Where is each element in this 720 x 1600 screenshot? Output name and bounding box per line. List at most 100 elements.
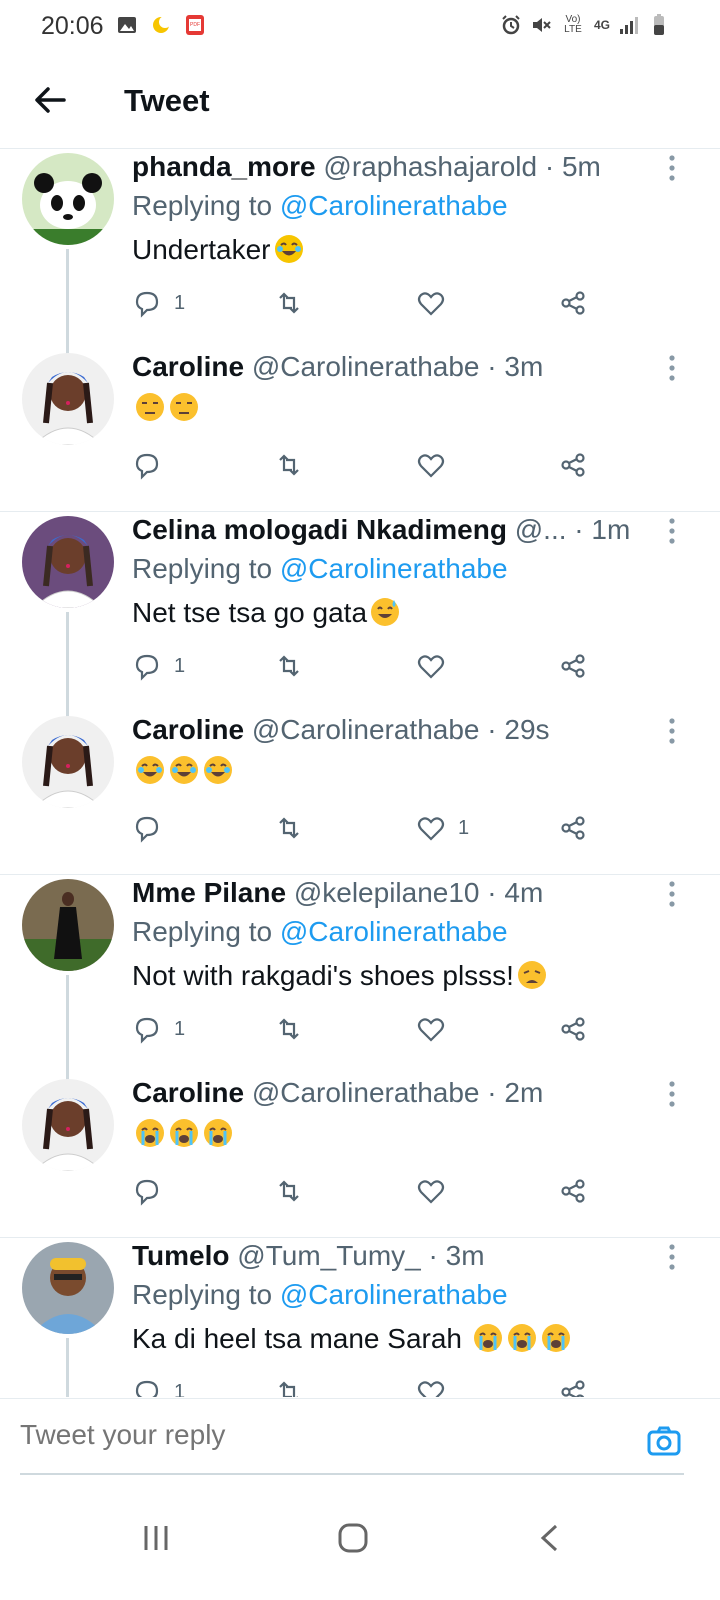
- user-handle[interactable]: @Carolinerathabe: [252, 1077, 480, 1108]
- tweet-timestamp[interactable]: 29s: [504, 714, 549, 745]
- reply-button[interactable]: 1: [132, 1372, 185, 1397]
- share-icon: [561, 816, 585, 840]
- user-handle[interactable]: @Tum_Tumy_: [237, 1240, 421, 1271]
- like-icon: [417, 817, 445, 841]
- reply-button[interactable]: 1: [132, 283, 185, 323]
- display-name[interactable]: Tumelo: [132, 1240, 229, 1271]
- more-options-icon[interactable]: [668, 718, 676, 744]
- recent-apps-icon[interactable]: [136, 1518, 176, 1558]
- more-options-icon[interactable]: [668, 355, 676, 381]
- reply-button[interactable]: 1: [132, 646, 185, 686]
- tweet-text: Undertaker: [132, 227, 660, 273]
- tweet-thread[interactable]: phanda_more @raphashajarold · 5m Replying…: [0, 149, 720, 1397]
- avatar[interactable]: [22, 1242, 114, 1334]
- tweet[interactable]: Celina mologadi Nkadimeng @... · 1m Reply…: [0, 512, 720, 720]
- like-button[interactable]: [416, 1372, 458, 1397]
- retweet-icon: [279, 1180, 299, 1202]
- home-icon[interactable]: [333, 1518, 373, 1558]
- display-name[interactable]: Celina mologadi Nkadimeng: [132, 514, 507, 545]
- share-button[interactable]: [558, 646, 588, 686]
- tweet-timestamp[interactable]: 3m: [446, 1240, 485, 1271]
- share-button[interactable]: [558, 1171, 588, 1211]
- sweat-smile-emoji-icon: [371, 598, 400, 626]
- avatar[interactable]: [22, 1079, 114, 1171]
- tweet[interactable]: Caroline @Carolinerathabe · 29s 1: [0, 712, 720, 875]
- moon-icon: [153, 16, 171, 33]
- share-button[interactable]: [558, 808, 588, 848]
- tweet-timestamp[interactable]: 5m: [562, 151, 601, 182]
- tweet-actions: 1: [132, 1009, 612, 1049]
- tweet[interactable]: Mme Pilane @kelepilane10 · 4m Replying to…: [0, 875, 720, 1083]
- tweet-text: Ka di heel tsa mane Sarah: [132, 1316, 660, 1362]
- user-handle[interactable]: @kelepilane10: [294, 877, 480, 908]
- retweet-button[interactable]: [274, 1009, 304, 1049]
- retweet-icon: [279, 1018, 299, 1040]
- avatar[interactable]: [22, 153, 114, 245]
- reply-button[interactable]: [132, 808, 174, 848]
- share-button[interactable]: [558, 1009, 588, 1049]
- tweet-timestamp[interactable]: 3m: [504, 351, 543, 382]
- reply-input[interactable]: [20, 1419, 580, 1451]
- user-handle[interactable]: @...: [515, 514, 567, 545]
- tweet-timestamp[interactable]: 2m: [504, 1077, 543, 1108]
- sob-emoji-icon: [507, 1324, 536, 1352]
- avatar[interactable]: [22, 879, 114, 971]
- replying-to: Replying to @Carolinerathabe: [132, 1274, 660, 1316]
- display-name[interactable]: Caroline: [132, 1077, 244, 1108]
- display-name[interactable]: Caroline: [132, 714, 244, 745]
- user-handle[interactable]: @Carolinerathabe: [252, 714, 480, 745]
- retweet-button[interactable]: [274, 1171, 304, 1211]
- back-nav-icon[interactable]: [530, 1518, 570, 1558]
- reply-button[interactable]: [132, 445, 174, 485]
- like-button[interactable]: [416, 283, 458, 323]
- retweet-button[interactable]: [274, 445, 304, 485]
- svg-text:PDF: PDF: [190, 22, 200, 28]
- like-button[interactable]: 1: [416, 808, 469, 848]
- more-options-icon[interactable]: [668, 881, 676, 907]
- retweet-button[interactable]: [274, 646, 304, 686]
- reply-count: 1: [174, 1380, 186, 1398]
- tweet[interactable]: phanda_more @raphashajarold · 5m Replying…: [0, 149, 720, 357]
- like-button[interactable]: [416, 1009, 458, 1049]
- unamused-emoji-icon: [136, 393, 164, 421]
- tweet-timestamp[interactable]: 1m: [591, 514, 630, 545]
- like-button[interactable]: [416, 1171, 458, 1211]
- display-name[interactable]: phanda_more: [132, 151, 316, 182]
- avatar[interactable]: [22, 353, 114, 445]
- display-name[interactable]: Caroline: [132, 351, 244, 382]
- display-name[interactable]: Mme Pilane: [132, 877, 286, 908]
- mention-link[interactable]: @Carolinerathabe: [280, 553, 508, 584]
- retweet-button[interactable]: [274, 283, 304, 323]
- mention-link[interactable]: @Carolinerathabe: [280, 916, 508, 947]
- more-options-icon[interactable]: [668, 518, 676, 544]
- reply-underline: [20, 1473, 684, 1475]
- retweet-button[interactable]: [274, 1372, 304, 1397]
- mention-link[interactable]: @Carolinerathabe: [280, 1279, 508, 1310]
- user-handle[interactable]: @Carolinerathabe: [252, 351, 480, 382]
- avatar[interactable]: [22, 516, 114, 608]
- reply-icon: [135, 1179, 159, 1206]
- more-options-icon[interactable]: [668, 1244, 676, 1270]
- gallery-icon: [118, 17, 136, 33]
- tweet[interactable]: Caroline @Carolinerathabe · 2m: [0, 1075, 720, 1238]
- more-options-icon[interactable]: [668, 1081, 676, 1107]
- more-options-icon[interactable]: [668, 155, 676, 181]
- avatar[interactable]: [22, 716, 114, 808]
- like-button[interactable]: [416, 445, 458, 485]
- reply-button[interactable]: 1: [132, 1009, 185, 1049]
- retweet-button[interactable]: [274, 808, 304, 848]
- share-button[interactable]: [558, 1372, 588, 1397]
- reply-button[interactable]: [132, 1171, 174, 1211]
- share-button[interactable]: [558, 283, 588, 323]
- mention-link[interactable]: @Carolinerathabe: [280, 190, 508, 221]
- tweet[interactable]: Caroline @Carolinerathabe · 3m: [0, 349, 720, 512]
- tweet-timestamp[interactable]: 4m: [504, 877, 543, 908]
- back-arrow-icon[interactable]: [30, 80, 70, 120]
- user-handle[interactable]: @raphashajarold: [323, 151, 537, 182]
- share-button[interactable]: [558, 445, 588, 485]
- tweet[interactable]: Tumelo @Tum_Tumy_ · 3m Replying to @Carol…: [0, 1238, 720, 1397]
- retweet-icon: [279, 1381, 298, 1397]
- status-bar: 20:06 PDF Vo) LTE 4G: [0, 0, 720, 56]
- camera-icon[interactable]: [646, 1423, 682, 1459]
- like-button[interactable]: [416, 646, 458, 686]
